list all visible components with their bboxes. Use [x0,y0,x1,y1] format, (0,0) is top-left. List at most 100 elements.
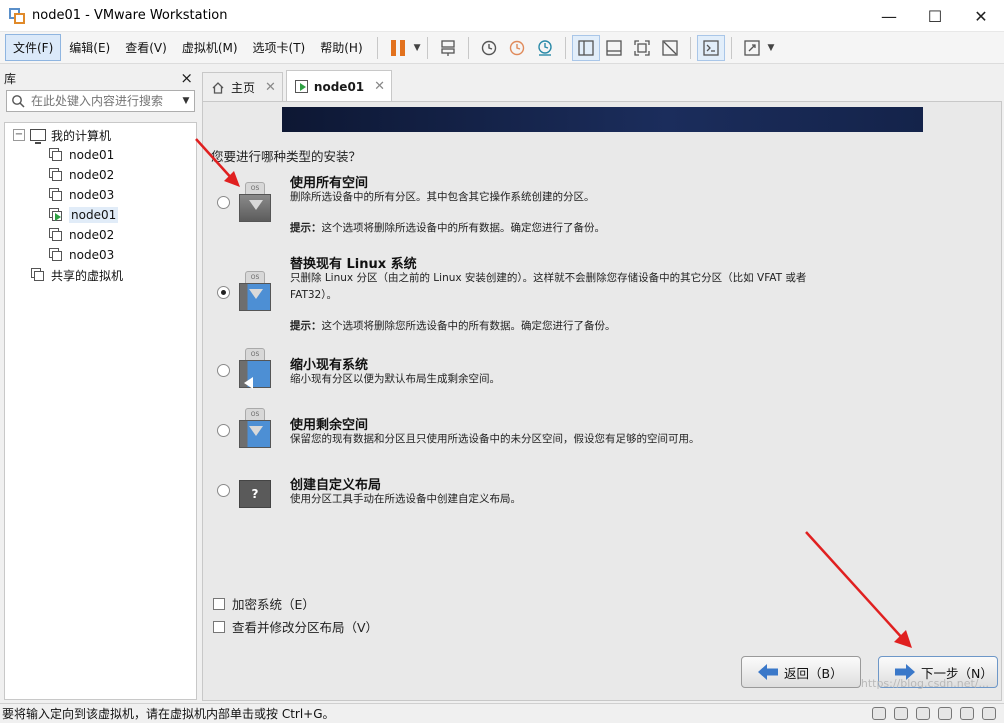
pause-icon [390,39,405,56]
option-use-all-space[interactable]: OS 使用所有空间 删除所选设备中的所有分区。其中包含其它操作系统创建的分区。 … [215,172,915,242]
toolbar-separator [376,36,378,59]
vm-console[interactable]: 您要进行哪种类型的安装？ OS 使用所有空间 删除所选设备中的所有分区。其中包含… [202,101,1002,701]
radio-use-all-space[interactable] [217,196,230,209]
full-screen-button[interactable] [628,35,656,61]
stretch-button[interactable] [738,35,766,61]
checkbox-box[interactable] [213,620,225,633]
tab-home[interactable]: 主页 ✕ [202,72,283,102]
checkbox-review-layout[interactable]: 查看并修改分区布局（V） [213,617,378,636]
thumbnail-bar-icon [605,39,622,56]
tree-item-shared-vms[interactable]: 共享的虚拟机 [5,265,196,285]
snapshot-manager-icon [537,39,552,56]
search-dropdown-icon[interactable]: ▼ [178,96,194,106]
usb-icon[interactable] [938,707,952,720]
disk-custom-icon: ? [239,468,271,510]
radio-shrink-system[interactable] [217,364,230,377]
stretch-dropdown-icon[interactable]: ▼ [768,43,775,53]
option-custom-layout[interactable]: ? 创建自定义布局 使用分区工具手动在所选设备中创建自定义布局。 [215,474,915,524]
menu-edit[interactable]: 编辑(E) [62,35,117,60]
arrow-left-icon [758,664,778,680]
library-panel-icon [577,39,594,56]
library-panel: 库 × ▼ − 我的计算机 node01 node02 node03 node0… [0,66,199,702]
option-replace-linux[interactable]: OS 替换现有 Linux 系统 只删除 Linux 分区（由之前的 Linux… [215,253,915,333]
menu-file[interactable]: 文件(F) [5,34,62,61]
toolbar-separator [564,36,566,59]
search-icon [12,95,25,108]
minimize-button[interactable]: — [866,0,912,32]
tab-close-icon[interactable]: ✕ [374,79,385,94]
thumbnail-bar-button[interactable] [600,35,628,61]
console-view-button[interactable] [696,34,725,61]
menu-tabs[interactable]: 选项卡(T) [246,35,313,60]
checkbox-label: 查看并修改分区布局（V） [232,620,379,635]
tree-item-label: node01 [69,148,115,162]
option-description: 保留您的现有数据和分区且只使用所选设备中的未分区空间，假设您有足够的空间可用。 [290,433,700,445]
library-header: 库 × [0,66,199,90]
library-close-icon[interactable]: × [180,69,193,87]
back-button-label: 返回（B） [784,665,843,681]
back-button[interactable]: 返回（B） [741,656,861,688]
radio-use-free-space[interactable] [217,424,230,437]
network-icon[interactable] [916,707,930,720]
revert-snapshot-button[interactable] [503,35,531,61]
option-description: 使用分区工具手动在所选设备中创建自定义布局。 [290,493,521,505]
tree-item-vm[interactable]: node03 [5,245,196,265]
toolbar-separator [467,36,469,59]
option-use-free-space[interactable]: OS 使用剩余空间 保留您的现有数据和分区且只使用所选设备中的未分区空间，假设您… [215,408,915,464]
radio-custom-layout[interactable] [217,484,230,497]
tree-item-label: node02 [69,168,115,182]
cdrom-icon[interactable] [894,707,908,720]
vm-icon [49,168,63,182]
menu-vm[interactable]: 虚拟机(M) [175,35,245,60]
search-input[interactable] [31,94,178,108]
show-library-button[interactable] [571,34,600,61]
maximize-button[interactable]: ☐ [912,0,958,32]
full-screen-icon [633,39,650,56]
tab-label: 主页 [231,81,256,95]
snapshot-manager-button[interactable] [531,35,559,61]
install-type-question: 您要进行哪种类型的安装？ [211,149,362,164]
option-tip: 提示：这个选项将删除所选设备中的所有数据。确定您进行了备份。 [290,222,605,234]
pause-dropdown-icon[interactable]: ▼ [414,43,421,53]
tree-item-label: node03 [69,248,115,262]
menu-view[interactable]: 查看(V) [118,35,174,60]
tree-item-vm[interactable]: node02 [5,225,196,245]
library-title: 库 [4,71,17,86]
tree-root-label: 我的计算机 [51,128,112,143]
option-shrink-system[interactable]: OS 缩小现有系统 缩小现有分区以便为默认布局生成剩余空间。 [215,348,915,404]
terminal-icon [702,39,719,56]
network-devices-icon [440,39,455,56]
close-button[interactable]: ✕ [958,0,1004,32]
checkbox-encrypt-system[interactable]: 加密系统（E） [213,594,315,613]
tree-item-vm[interactable]: node01 [5,145,196,165]
option-tip: 提示：这个选项将删除您所选设备中的所有数据。确定您进行了备份。 [290,320,616,332]
option-description: 缩小现有分区以便为默认布局生成剩余空间。 [290,373,500,385]
tree-root-my-computer[interactable]: − 我的计算机 [5,125,196,145]
vm-icon [49,188,63,202]
send-ctrl-alt-del-button[interactable] [434,35,462,61]
collapse-toggle-icon[interactable]: − [13,129,25,141]
vm-running-icon [49,208,63,222]
checkbox-box[interactable] [213,597,225,610]
hdd-icon[interactable] [872,707,886,720]
radio-replace-linux[interactable] [217,286,230,299]
snapshot-clock-icon [481,40,496,55]
tree-item-vm-running[interactable]: node01 [5,205,196,225]
library-search[interactable]: ▼ [6,90,195,112]
tree-item-label: node01 [69,207,119,223]
toolbar-separator [426,36,428,59]
tab-node01[interactable]: node01 ✕ [285,70,393,102]
tree-item-vm[interactable]: node03 [5,185,196,205]
tab-close-icon[interactable]: ✕ [265,80,276,95]
checkbox-label: 加密系统（E） [232,597,315,612]
snapshot-button[interactable] [475,35,503,61]
tree-item-vm[interactable]: node02 [5,165,196,185]
sound-icon[interactable] [960,707,974,720]
shared-vm-icon [31,268,45,282]
menu-help[interactable]: 帮助(H) [313,35,369,60]
display-icon[interactable] [982,707,996,720]
option-description: 只删除 Linux 分区（由之前的 Linux 安装创建的）。这样就不会删除您存… [290,272,807,301]
stretch-icon [743,39,760,56]
unity-button[interactable] [656,35,684,61]
pause-button[interactable] [384,35,412,61]
